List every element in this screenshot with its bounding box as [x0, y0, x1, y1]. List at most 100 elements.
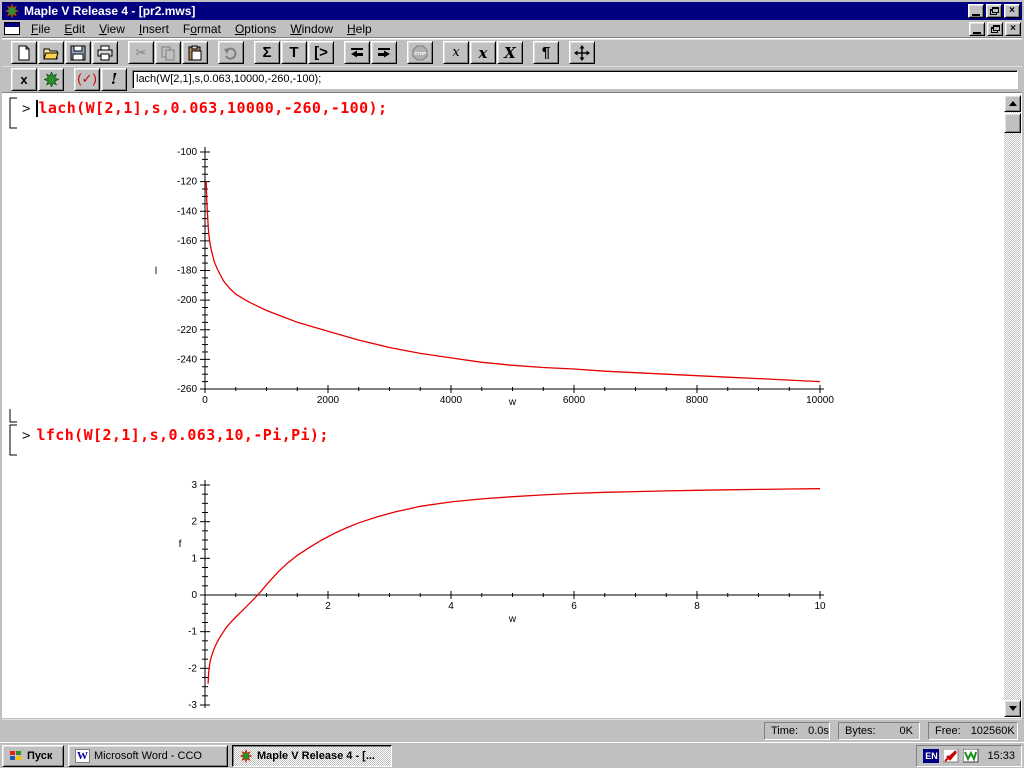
copy-button[interactable] [155, 41, 181, 64]
indent-button[interactable] [371, 41, 397, 64]
triangle-up-icon [1008, 101, 1017, 106]
svg-text:3: 3 [191, 480, 197, 491]
svg-text:0: 0 [191, 590, 197, 601]
svg-text:8000: 8000 [686, 395, 709, 406]
maple-input-2[interactable]: lfch(W[2,1],s,0.063,10,-Pi,Pi); [36, 426, 328, 444]
execution-group-2[interactable]: > lfch(W[2,1],s,0.063,10,-Pi,Pi); [8, 424, 329, 456]
expression-input[interactable] [132, 69, 1018, 89]
antivirus-check-icon[interactable] [943, 748, 959, 763]
maple-mode-button[interactable] [38, 67, 64, 91]
svg-text:-260: -260 [177, 384, 197, 395]
svg-text:2: 2 [325, 601, 331, 612]
group-bracket-end-icon [9, 409, 17, 423]
svg-text:w: w [508, 614, 517, 625]
maple-leaf-small-icon [239, 748, 253, 763]
four-way-arrows-icon [574, 44, 590, 61]
new-document-icon [18, 45, 30, 60]
open-button[interactable] [38, 41, 64, 64]
task-label: Microsoft Word - CCO [94, 749, 202, 762]
free-value: 102560K [970, 724, 1015, 737]
restore-button[interactable] [986, 4, 1002, 18]
svg-text:-180: -180 [177, 266, 197, 277]
print-button[interactable] [92, 41, 118, 64]
clock: 15:33 [987, 749, 1015, 762]
menu-help[interactable]: Help [340, 21, 379, 37]
child-close-button[interactable]: × [1005, 21, 1021, 36]
svg-text:l: l [155, 266, 157, 277]
menu-format[interactable]: Format [176, 21, 228, 37]
menu-view[interactable]: View [92, 21, 132, 37]
svg-text:6: 6 [571, 601, 577, 612]
svg-text:-3: -3 [188, 700, 197, 711]
maple-application-window: Maple V Release 4 - [pr2.mws] × File Edi… [0, 0, 1024, 768]
resize-mode-button[interactable] [569, 41, 595, 64]
commander-tray-icon[interactable] [963, 748, 979, 763]
stop-button[interactable]: STOP [407, 41, 433, 64]
worksheet-area[interactable]: > lach(W[2,1],s,0.063,10000,-260,-100); … [2, 92, 1022, 718]
save-button[interactable] [65, 41, 91, 64]
close-button[interactable]: × [1004, 4, 1020, 18]
maple-input-1[interactable]: lach(W[2,1],s,0.063,10000,-260,-100); [38, 99, 387, 117]
sigma-button[interactable]: Σ [254, 41, 280, 64]
svg-text:STOP: STOP [414, 51, 426, 56]
svg-text:-120: -120 [177, 177, 197, 188]
status-bar: Time: 0.0s Bytes: 0K Free: 102560K [2, 719, 1022, 741]
svg-text:2000: 2000 [317, 395, 340, 406]
menu-insert[interactable]: Insert [132, 21, 176, 37]
maple-prompt-button[interactable]: [> [308, 41, 334, 64]
close-icon: × [1010, 22, 1016, 34]
start-button[interactable]: Пуск [2, 744, 64, 767]
menu-file[interactable]: File [24, 21, 57, 37]
check-input-button[interactable]: (✓) [74, 67, 100, 91]
stop-sign-icon: STOP [412, 45, 428, 60]
scissors-icon: ✂ [135, 44, 147, 60]
restore-icon [990, 24, 1000, 33]
arrow-right-icon [378, 47, 390, 57]
minimize-button[interactable] [968, 4, 984, 18]
svg-text:w: w [508, 397, 517, 408]
execute-button[interactable]: ! [101, 67, 127, 91]
menu-options[interactable]: Options [228, 21, 283, 37]
group-bracket-icon [9, 97, 17, 129]
undo-button[interactable] [218, 41, 244, 64]
text-mode-icon: T [289, 44, 299, 61]
cut-button[interactable]: ✂ [128, 41, 154, 64]
copy-icon [161, 46, 175, 60]
scrollbar-track[interactable] [1004, 112, 1021, 700]
menu-window[interactable]: Window [283, 21, 340, 37]
main-toolbar: ✂ Σ T [> STOP x x X ¶ [2, 39, 1022, 65]
svg-text:4: 4 [448, 601, 454, 612]
x-large-icon: X [504, 43, 516, 62]
scrollbar-thumb[interactable] [1004, 113, 1021, 133]
font-medium-button[interactable]: x [470, 41, 496, 64]
scroll-up-button[interactable] [1004, 95, 1021, 112]
new-button[interactable] [11, 41, 37, 64]
text-mode-button[interactable]: T [281, 41, 307, 64]
svg-text:0: 0 [202, 395, 208, 406]
child-minimize-button[interactable] [969, 21, 985, 36]
svg-text:-240: -240 [177, 354, 197, 365]
scroll-down-button[interactable] [1004, 700, 1021, 717]
vertical-scrollbar[interactable] [1004, 95, 1021, 717]
task-maple[interactable]: Maple V Release 4 - [... [232, 744, 392, 767]
task-word[interactable]: W Microsoft Word - CCO [68, 744, 228, 767]
menu-edit[interactable]: Edit [57, 21, 92, 37]
worksheet-system-icon[interactable] [4, 22, 20, 35]
font-large-button[interactable]: X [497, 41, 523, 64]
child-restore-button[interactable] [987, 21, 1003, 36]
save-floppy-icon [70, 45, 86, 60]
execution-group-1[interactable]: > lach(W[2,1],s,0.063,10000,-260,-100); [8, 97, 387, 129]
context-toolbar: x (✓) ! [2, 66, 1022, 91]
title-bar[interactable]: Maple V Release 4 - [pr2.mws] × [2, 2, 1022, 20]
outdent-button[interactable] [344, 41, 370, 64]
font-small-button[interactable]: x [443, 41, 469, 64]
paste-button[interactable] [182, 41, 208, 64]
x-italic-icon: x [478, 43, 488, 62]
minimize-icon [972, 14, 980, 16]
maple-prompt: > [22, 428, 31, 444]
symbol-mode-button[interactable]: x [11, 67, 37, 91]
undo-arrow-icon [224, 47, 237, 60]
svg-text:-220: -220 [177, 325, 197, 336]
keyboard-layout-indicator[interactable]: EN [923, 748, 940, 763]
paragraph-button[interactable]: ¶ [533, 41, 559, 64]
